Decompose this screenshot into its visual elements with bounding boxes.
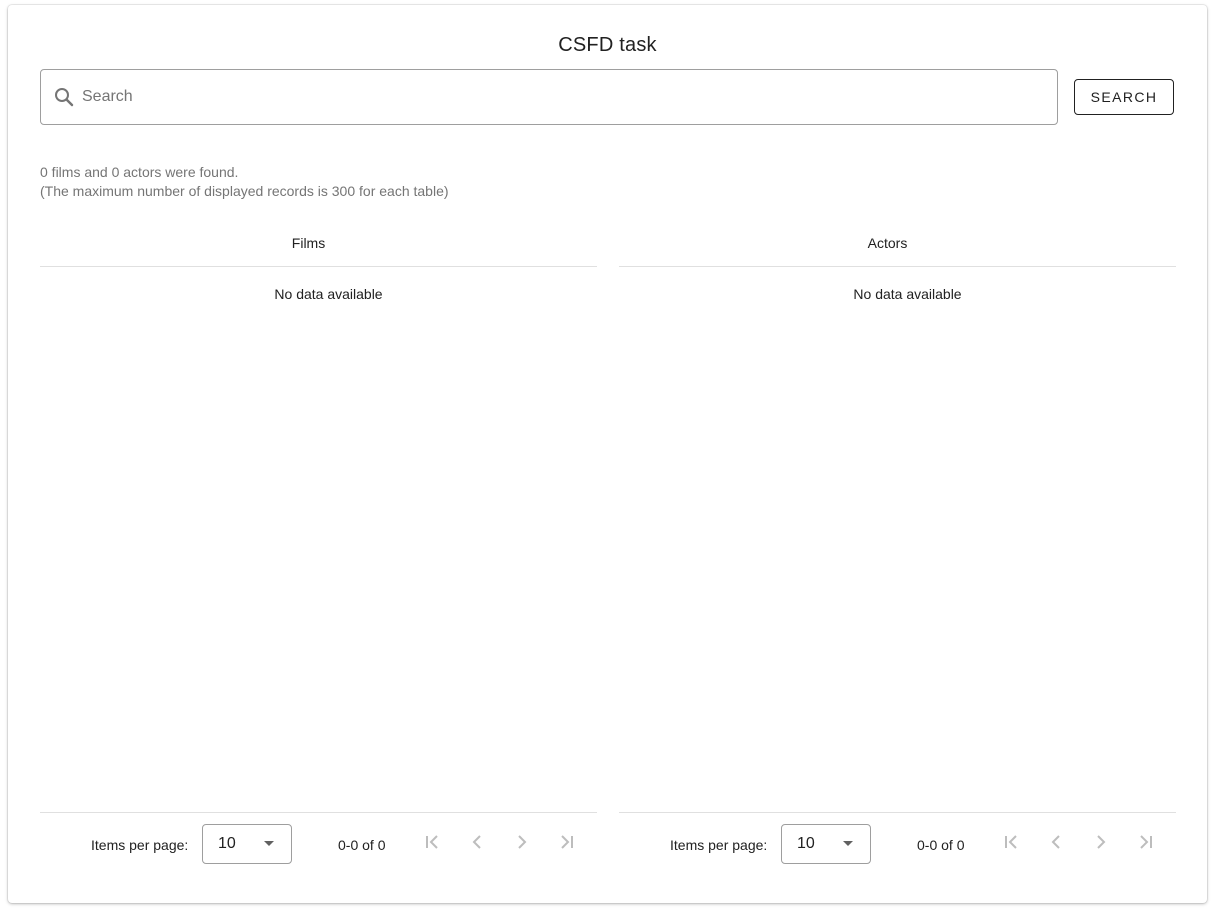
- films-table-header[interactable]: Films: [40, 219, 597, 267]
- films-paginator: Items per page: 10 0-0 of 0: [40, 812, 597, 868]
- next-page-icon[interactable]: [1089, 830, 1113, 854]
- films-items-per-page-label: Items per page:: [91, 837, 189, 853]
- page-title: CSFD task: [558, 34, 657, 56]
- search-button[interactable]: SEARCH: [1074, 79, 1174, 115]
- actors-table-header[interactable]: Actors: [619, 219, 1176, 267]
- last-page-icon[interactable]: [555, 830, 579, 854]
- actors-paginator: Items per page: 10 0-0 of 0: [619, 812, 1176, 868]
- actors-page-size-select[interactable]: 10: [781, 824, 871, 864]
- previous-page-icon[interactable]: [465, 830, 489, 854]
- actors-no-data: No data available: [853, 286, 962, 302]
- result-note: (The maximum number of displayed records…: [40, 183, 449, 199]
- films-table: Films No data available Items per page: …: [40, 219, 597, 869]
- actors-page-size-value: 10: [797, 835, 815, 852]
- actors-table: Actors No data available Items per page:…: [619, 219, 1176, 869]
- films-range-label: 0-0 of 0: [338, 837, 386, 853]
- search-field[interactable]: [40, 69, 1058, 125]
- previous-page-icon[interactable]: [1044, 830, 1068, 854]
- main-card: CSFD task SEARCH 0 films and 0 actors we…: [8, 5, 1207, 903]
- actors-range-label: 0-0 of 0: [917, 837, 965, 853]
- dropdown-arrow-icon: [264, 841, 274, 846]
- films-header-label: Films: [291, 234, 326, 251]
- last-page-icon[interactable]: [1134, 830, 1158, 854]
- search-icon: [52, 85, 76, 109]
- films-page-size-select[interactable]: 10: [202, 824, 292, 864]
- actors-header-label: Actors: [867, 234, 908, 251]
- actors-items-per-page-label: Items per page:: [670, 837, 768, 853]
- search-input[interactable]: [82, 77, 1057, 117]
- result-info: 0 films and 0 actors were found. (The ma…: [40, 163, 449, 201]
- films-page-size-value: 10: [218, 835, 236, 852]
- films-no-data: No data available: [274, 286, 383, 302]
- first-page-icon[interactable]: [999, 830, 1023, 854]
- next-page-icon[interactable]: [510, 830, 534, 854]
- first-page-icon[interactable]: [420, 830, 444, 854]
- result-summary: 0 films and 0 actors were found.: [40, 164, 239, 180]
- dropdown-arrow-icon: [843, 841, 853, 846]
